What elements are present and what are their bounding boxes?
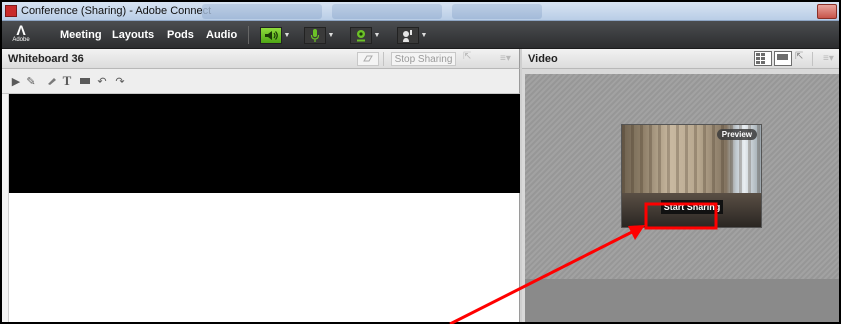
filmstrip-view-icon[interactable] [754,51,772,66]
undo-icon[interactable]: ↶ [95,74,109,88]
video-pod: Video ⇱ ≡▾ Preview Start Sharing [520,49,839,322]
whiteboard-pod-title: Whiteboard 36 [8,53,84,65]
screenshot-frame: Conference (Sharing) - Adobe Connect Λ A… [0,0,841,324]
speaker-toggle[interactable]: ▼ [260,26,292,44]
whiteboard-canvas-dark-area[interactable] [9,94,520,193]
connect-menubar: Λ Adobe Meeting Layouts Pods Audio ▼ ▼ ▼ [2,21,839,49]
single-view-icon[interactable] [774,51,792,66]
microphone-icon [304,26,326,44]
status-toggle[interactable]: ▼ [397,26,429,44]
video-stage-bottom [525,279,839,322]
adobe-logo-mark-icon: Λ [16,22,26,38]
chevron-down-icon[interactable]: ▼ [326,27,336,44]
fullscreen-icon[interactable]: ⇱ [795,51,803,62]
microphone-toggle[interactable]: ▼ [304,26,336,44]
header-divider [812,52,813,66]
menu-layouts[interactable]: Layouts [112,29,154,41]
chevron-down-icon[interactable]: ▼ [372,27,382,44]
adobe-logo-word: Adobe [12,37,30,43]
whiteboard-left-strip [2,94,9,322]
window-title: Conference (Sharing) - Adobe Connect [21,5,212,17]
pod-options-icon[interactable]: ≡▾ [500,53,511,64]
pod-options-icon[interactable]: ≡▾ [823,53,834,64]
raise-hand-icon [397,26,419,44]
chevron-down-icon[interactable]: ▼ [419,27,429,44]
stop-sharing-button[interactable]: Stop Sharing [391,52,456,66]
menu-meeting[interactable]: Meeting [60,29,102,41]
menubar-divider [248,26,249,44]
webcam-icon [350,26,372,44]
window-titlebar: Conference (Sharing) - Adobe Connect [2,2,839,21]
chevron-down-icon[interactable]: ▼ [282,27,292,44]
menu-audio[interactable]: Audio [206,29,237,41]
sync-button[interactable] [357,52,379,66]
preview-badge: Preview [716,129,757,140]
start-sharing-button[interactable]: Start Sharing [661,200,723,214]
eraser-tool-icon[interactable] [43,74,57,88]
menu-pods[interactable]: Pods [167,29,194,41]
adobe-connect-app-icon [5,5,17,17]
window-close-button[interactable] [817,4,837,19]
redo-icon[interactable]: ↷ [113,74,127,88]
shape-tool-icon[interactable] [78,74,92,88]
whiteboard-pod-header: Whiteboard 36 Stop Sharing ⇱ ≡▾ [2,49,520,69]
background-tab[interactable] [332,4,442,19]
webcam-toggle[interactable]: ▼ [350,26,382,44]
adobe-logo: Λ Adobe [10,22,32,46]
text-tool-icon[interactable]: T [60,73,74,88]
sync-icon [363,55,373,61]
speaker-icon [260,26,282,44]
pointer-tool-icon[interactable]: ▶ [9,74,23,88]
background-tab[interactable] [452,4,542,19]
video-pod-title: Video [528,53,558,65]
webcam-preview: Preview Start Sharing [621,124,762,228]
whiteboard-toolbar: ▶ ✎ T ↶ ↷ [2,69,520,94]
header-divider [383,52,384,66]
whiteboard-canvas[interactable] [9,193,520,322]
fullscreen-icon[interactable]: ⇱ [463,51,471,62]
background-tab[interactable] [202,4,322,19]
video-pod-header: Video ⇱ ≡▾ [522,49,839,69]
pencil-tool-icon[interactable]: ✎ [24,74,38,88]
